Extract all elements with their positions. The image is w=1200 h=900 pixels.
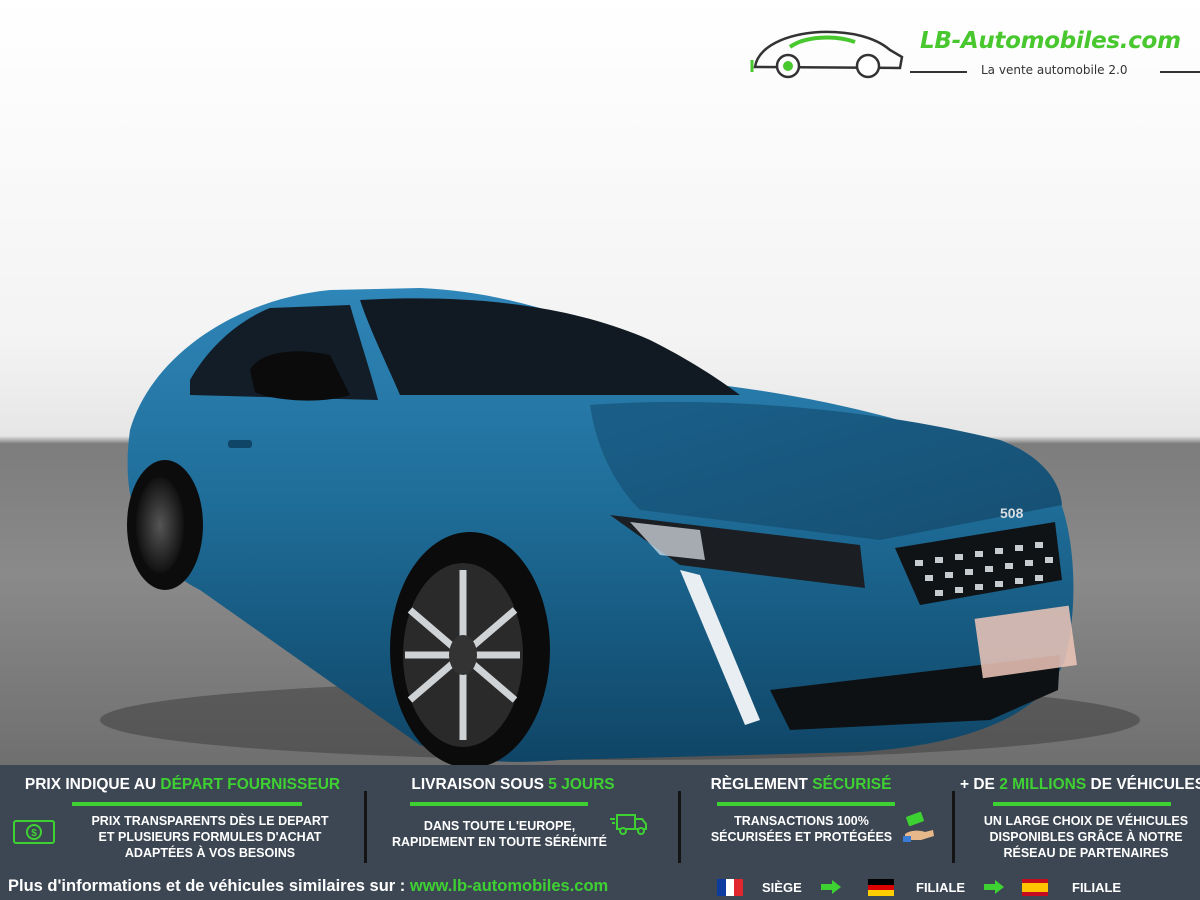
website-link[interactable]: www.lb-automobiles.com — [410, 877, 608, 895]
money-icon: $ — [13, 820, 55, 844]
feature-description: PRIX TRANSPARENTS DÈS LE DEPART ET PLUSI… — [60, 813, 360, 861]
footer-row: Plus d'informations et de véhicules simi… — [0, 875, 1200, 900]
arrow-right-icon — [821, 880, 841, 894]
feature-underline — [410, 802, 588, 806]
brand-tagline: La vente automobile 2.0 — [981, 63, 1128, 77]
feature-line: DISPONIBLES GRÂCE À NOTRE — [989, 830, 1183, 844]
feature-vehicles: + DE 2 MILLIONS DE VÉHICULES UN LARGE CH… — [955, 765, 1200, 865]
feature-title: RÈGLEMENT SÉCURISÉ — [666, 776, 936, 794]
feature-line: ET PLUSIEURS FORMULES D'ACHAT — [98, 830, 322, 844]
feature-description: UN LARGE CHOIX DE VÉHICULES DISPONIBLES … — [955, 813, 1200, 861]
tagline-rule-left — [910, 71, 967, 73]
feature-title-text: + DE — [960, 776, 1000, 793]
feature-line: ADAPTÉES À VOS BESOINS — [124, 846, 296, 860]
feature-title: LIVRAISON SOUS 5 JOURS — [357, 776, 669, 794]
feature-line: RAPIDEMENT EN TOUTE SÉRÉNITÉ — [391, 835, 608, 849]
feature-title-highlight: DÉPART FOURNISSEUR — [160, 776, 341, 793]
car-logo-icon — [750, 30, 904, 79]
delivery-truck-icon — [610, 814, 647, 835]
feature-line: SÉCURISÉES ET PROTÉGÉES — [710, 830, 893, 844]
feature-underline — [993, 802, 1171, 806]
svg-text:$: $ — [31, 828, 37, 839]
feature-title-text: PRIX INDIQUE AU — [24, 776, 161, 793]
feature-price: PRIX INDIQUE AU DÉPART FOURNISSEUR $ PRI… — [0, 765, 365, 865]
footer-text: Plus d'informations et de véhicules simi… — [8, 877, 608, 896]
feature-title-highlight: 2 MILLIONS — [999, 776, 1087, 793]
location-label: FILIALE — [916, 880, 966, 895]
feature-title: + DE 2 MILLIONS DE VÉHICULES — [960, 776, 1200, 794]
feature-title-text: DE VÉHICULES — [1086, 776, 1200, 793]
feature-underline — [72, 802, 302, 806]
car-illustration: 508 — [100, 288, 1140, 765]
arrow-right-icon — [984, 880, 1004, 894]
location-label: FILIALE — [1072, 880, 1122, 895]
location-label: SIÈGE — [762, 880, 802, 895]
feature-title: PRIX INDIQUE AU DÉPART FOURNISSEUR — [0, 776, 365, 794]
feature-line: PRIX TRANSPARENTS DÈS LE DEPART — [91, 814, 329, 828]
feature-title-highlight: SÉCURISÉ — [812, 776, 892, 793]
info-banner: PRIX INDIQUE AU DÉPART FOURNISSEUR $ PRI… — [0, 765, 1200, 900]
spain-flag-icon — [1022, 879, 1048, 896]
feature-line: TRANSACTIONS 100% — [734, 814, 869, 828]
payment-hand-icon — [903, 811, 934, 842]
feature-description: TRANSACTIONS 100% SÉCURISÉES ET PROTÉGÉE… — [704, 813, 899, 845]
feature-title-text: LIVRAISON SOUS — [411, 776, 549, 793]
feature-payment: RÈGLEMENT SÉCURISÉ TRANSACTIONS 100% SÉC… — [681, 765, 951, 865]
feature-line: UN LARGE CHOIX DE VÉHICULES — [983, 814, 1189, 828]
feature-title-text: RÈGLEMENT — [710, 776, 813, 793]
brand-name: LB-Automobiles.com — [920, 28, 1181, 54]
tagline-rule-right — [1160, 71, 1200, 73]
feature-description: DANS TOUTE L'EUROPE, RAPIDEMENT EN TOUTE… — [382, 818, 617, 850]
car-photo: 508 — [0, 0, 1200, 765]
brand-logo[interactable]: LB-Automobiles.com La vente automobile 2… — [750, 22, 1200, 82]
germany-flag-icon — [868, 879, 894, 896]
feature-title-highlight: 5 JOURS — [548, 776, 615, 793]
footer-label: Plus d'informations et de véhicules simi… — [8, 877, 410, 895]
feature-line: DANS TOUTE L'EUROPE, — [423, 819, 576, 833]
car-model-badge: 508 — [1000, 505, 1024, 521]
france-flag-icon — [717, 879, 743, 896]
feature-delivery: LIVRAISON SOUS 5 JOURS DANS TOUTE L'EURO… — [367, 765, 679, 865]
feature-line: RÉSEAU DE PARTENAIRES — [1003, 846, 1169, 860]
feature-underline — [717, 802, 895, 806]
